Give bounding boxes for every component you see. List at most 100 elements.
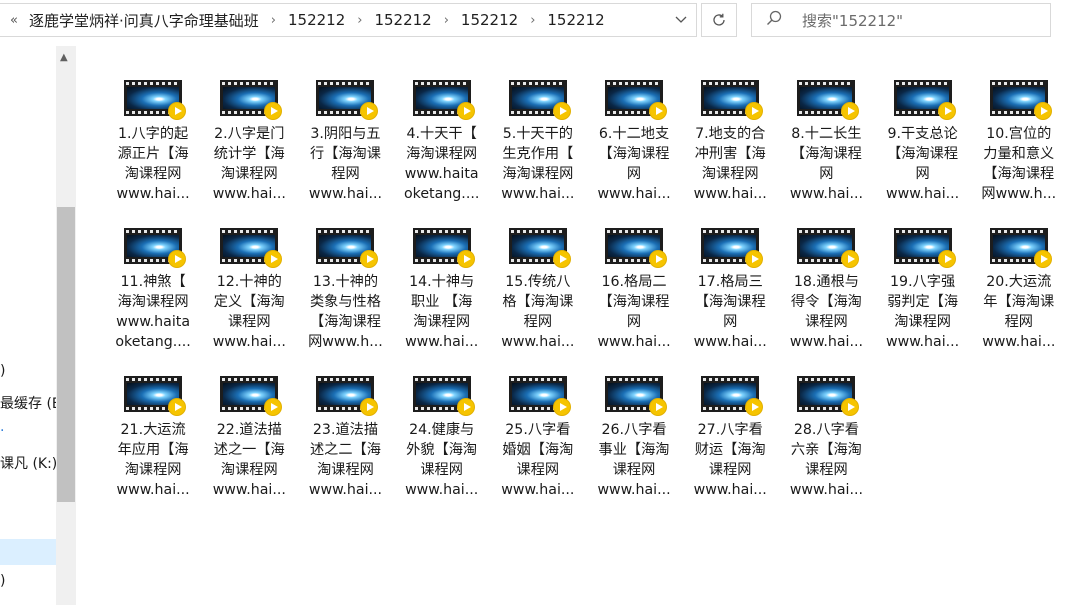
file-name-line-1: 28.八字看 [793,422,859,438]
file-name-line-4: www.hai... [116,482,190,498]
file-name: 1.八字的起 源正片【海 淘课程网 www.hai... [111,124,195,204]
video-file-item[interactable]: 26.八字看 事业【海淘 课程网 www.hai... [586,374,682,522]
video-file-item[interactable]: 25.八字看 婚姻【海淘 课程网 www.hai... [490,374,586,522]
video-file-item[interactable]: 4.十天干【 海淘课程网 www.haita oketang.... [394,78,490,226]
file-name: 16.格局二 【海淘课程 网 www.hai... [592,272,676,352]
file-name-line-1: 25.八字看 [505,422,571,438]
video-file-item[interactable]: 23.道法描 述之二【海 淘课程网 www.hai... [297,374,393,522]
breadcrumb-separator[interactable]: › [522,13,543,28]
address-bar[interactable]: « 逐鹿学堂炳祥·问真八字命理基础班 › 152212 › 152212 › 1… [0,3,697,37]
video-file-icon [989,228,1052,268]
video-file-item[interactable]: 15.传统八 格【海淘课 程网 www.hai... [490,226,586,374]
play-badge-icon [649,102,668,120]
breadcrumb-root[interactable]: 逐鹿学堂炳祥·问真八字命理基础班 [25,10,263,31]
video-file-item[interactable]: 6.十二地支 【海淘课程 网 www.hai... [586,78,682,226]
video-file-item[interactable]: 27.八字看 财运【海淘 课程网 www.hai... [682,374,778,522]
file-name-line-4: www.hai... [501,334,575,350]
breadcrumb-folder-1[interactable]: 152212 [284,11,349,29]
video-file-item[interactable]: 21.大运流 年应用【海 淘课程网 www.hai... [105,374,201,522]
video-file-item[interactable]: 1.八字的起 源正片【海 淘课程网 www.hai... [105,78,201,226]
video-file-item[interactable]: 14.十神与 职业 【海 淘课程网 www.hai... [394,226,490,374]
file-name-line-1: 23.道法描 [312,422,379,438]
nav-scrollbar[interactable]: ▲ [56,46,76,605]
search-box[interactable]: 搜索"152212" [751,3,1051,37]
file-name-line-3: 淘课程网 [124,462,182,478]
breadcrumb-folder-3[interactable]: 152212 [457,11,522,29]
video-file-item[interactable]: 19.八字强 弱判定【海 淘课程网 www.hai... [875,226,971,374]
video-file-item[interactable]: 18.通根与 得令【海淘 课程网 www.hai... [778,226,874,374]
video-file-item[interactable]: 28.八字看 六亲【海淘 课程网 www.hai... [778,374,874,522]
file-name-line-3: 网 [819,166,834,182]
file-name-line-3: 程网 [331,166,360,182]
video-file-item[interactable]: 8.十二长生 【海淘课程 网 www.hai... [778,78,874,226]
video-file-item[interactable]: 22.道法描 述之一【海 淘课程网 www.hai... [201,374,297,522]
nav-selected-highlight [0,539,56,565]
search-input[interactable]: 搜索"152212" [802,10,903,31]
file-name-line-2: 年【海淘课 [983,294,1055,310]
video-file-item[interactable]: 11.神煞【 海淘课程网 www.haita oketang.... [105,226,201,374]
file-name-line-2: 类象与性格 [309,294,381,310]
chevron-down-icon[interactable] [666,4,696,36]
file-name-line-3: 程网 [523,314,553,330]
video-file-item[interactable]: 2.八字是门 统计学【海 淘课程网 www.hai... [201,78,297,226]
navigation-pane: ) 最缓存 (E: · 课凡 (K:) ) ▲ [0,42,77,605]
file-list: 1.八字的起 源正片【海 淘课程网 www.hai... 2.八字是门 统计学【… [77,42,1068,605]
file-name-line-2: 海淘课程网 [117,294,189,310]
play-badge-icon [456,398,475,416]
file-name: 22.道法描 述之一【海 淘课程网 www.hai... [207,420,291,500]
file-name-line-3: 淘课程网 [220,166,278,182]
file-name-line-1: 26.八字看 [601,422,667,438]
nav-item-drive-e[interactable]: 最缓存 (E: [0,393,56,413]
file-name-line-2: 财运【海淘 [694,442,766,458]
video-file-item[interactable]: 16.格局二 【海淘课程 网 www.hai... [586,226,682,374]
file-name-line-4: www.hai... [789,334,863,350]
file-name: 4.十天干【 海淘课程网 www.haita oketang.... [400,124,484,204]
video-file-item[interactable]: 13.十神的 类象与性格 【海淘课程 网www.h... [297,226,393,374]
chevron-double-left-icon[interactable]: « [3,13,25,28]
nav-scrollbar-thumb[interactable] [57,207,75,502]
scroll-up-arrow-icon[interactable]: ▲ [60,52,68,63]
breadcrumb-folder-2[interactable]: 152212 [370,11,435,29]
video-file-item[interactable]: 10.宫位的 力量和意义 【海淘课程 网www.h... [971,78,1067,226]
file-name-line-2: 源正片【海 [117,146,189,162]
video-file-item[interactable]: 7.地支的合 冲刑害【海 淘课程网 www.hai... [682,78,778,226]
file-name-line-3: 课程网 [805,462,848,478]
file-name-line-3: 课程网 [420,462,463,478]
video-file-item[interactable]: 20.大运流 年【海淘课 程网 www.hai... [971,226,1067,374]
breadcrumb-separator[interactable]: › [436,13,457,28]
file-name: 2.八字是门 统计学【海 淘课程网 www.hai... [207,124,291,204]
video-file-icon [508,376,571,416]
video-file-item[interactable]: 17.格局三 【海淘课程 网 www.hai... [682,226,778,374]
video-file-icon [220,376,283,416]
nav-item-drive-2[interactable]: ) [0,573,56,589]
breadcrumb-folder-4[interactable]: 152212 [543,11,608,29]
file-name-line-1: 24.健康与 [409,422,475,438]
breadcrumb-separator[interactable]: › [263,13,284,28]
video-file-item[interactable]: 9.干支总论 【海淘课程 网 www.hai... [875,78,971,226]
file-name-line-4: www.hai... [116,186,190,202]
video-file-icon [893,80,956,120]
video-file-item[interactable]: 12.十神的 定义【海淘 课程网 www.hai... [201,226,297,374]
file-name-line-4: www.hai... [886,186,960,202]
nav-item-dot[interactable]: · [0,423,56,439]
nav-item-drive[interactable]: ) [0,363,56,379]
file-name-line-2: 得令【海淘 [790,294,862,310]
file-name-line-1: 20.大运流 [986,274,1052,290]
file-name-line-1: 7.地支的合 [695,126,766,142]
video-file-item[interactable]: 5.十天干的 生克作用【 海淘课程网 www.hai... [490,78,586,226]
video-file-icon [797,80,860,120]
file-name-line-1: 1.八字的起 [117,126,189,142]
nav-item-drive-k[interactable]: 课凡 (K:) [0,453,56,473]
file-name-line-3: www.haita [404,166,479,182]
file-name: 17.格局三 【海淘课程 网 www.hai... [688,272,772,352]
file-name-line-1: 2.八字是门 [214,126,285,142]
video-file-item[interactable]: 24.健康与 外貌【海淘 课程网 www.hai... [394,374,490,522]
file-name-line-1: 3.阴阳与五 [310,126,381,142]
breadcrumb-separator[interactable]: › [349,13,370,28]
file-name: 25.八字看 婚姻【海淘 课程网 www.hai... [496,420,580,500]
refresh-button[interactable] [701,3,737,37]
play-badge-icon [649,250,668,268]
file-name-line-3: 【海淘课程 [309,314,381,330]
play-badge-icon [552,102,571,120]
video-file-item[interactable]: 3.阴阳与五 行【海淘课 程网 www.hai... [297,78,393,226]
